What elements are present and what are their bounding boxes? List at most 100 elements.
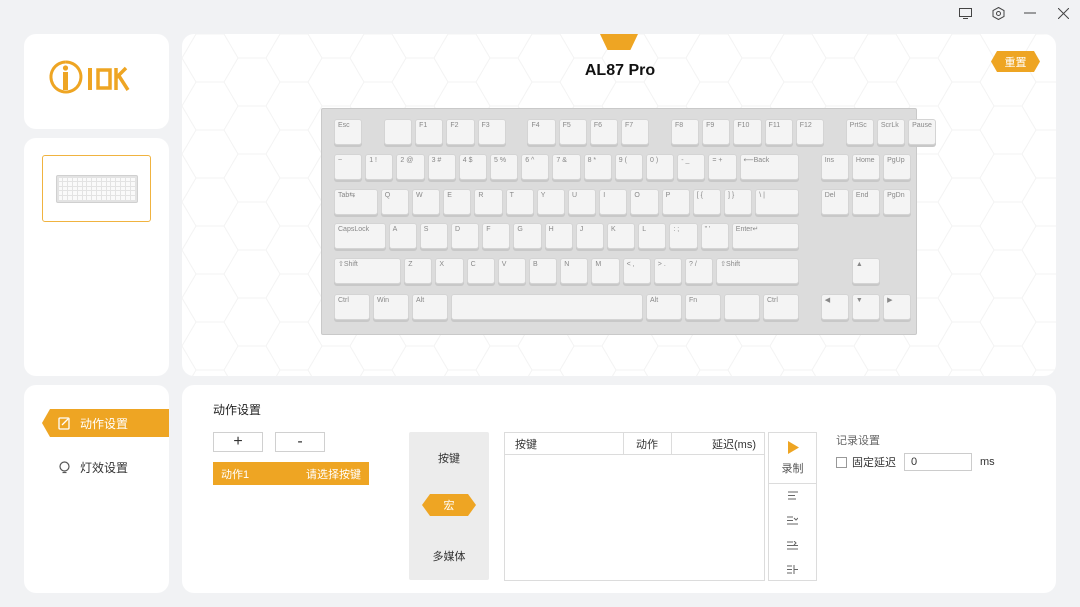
key[interactable]: Q <box>380 189 409 215</box>
key[interactable]: ] } <box>724 189 753 215</box>
key[interactable]: Win <box>373 294 409 320</box>
sidebar-item-action-settings[interactable]: 动作设置 <box>42 409 169 437</box>
key[interactable]: Ctrl <box>763 294 799 320</box>
key[interactable]: - _ <box>677 154 706 180</box>
insert-above-icon[interactable] <box>769 516 816 528</box>
key[interactable]: End <box>851 189 881 215</box>
key[interactable]: Pause <box>908 119 937 145</box>
key[interactable]: I <box>599 189 628 215</box>
key[interactable]: F5 <box>558 119 587 145</box>
key[interactable]: F6 <box>589 119 619 145</box>
settings-icon[interactable] <box>985 4 1011 22</box>
key[interactable]: F1 <box>415 119 444 145</box>
insert-icon[interactable] <box>769 491 816 503</box>
key[interactable]: [ { <box>692 189 721 215</box>
key[interactable]: N <box>560 258 589 284</box>
key[interactable]: = + <box>708 154 737 180</box>
key[interactable]: " ' <box>700 223 729 249</box>
key[interactable] <box>383 119 413 145</box>
key[interactable]: Del <box>820 189 849 215</box>
key[interactable]: Alt <box>646 294 682 320</box>
key[interactable]: < , <box>622 258 651 284</box>
key[interactable]: J <box>575 223 604 249</box>
key[interactable]: B <box>529 258 558 284</box>
key[interactable]: Tab⇆ <box>334 189 378 215</box>
key[interactable]: W <box>412 189 441 215</box>
key[interactable]: G <box>513 223 542 249</box>
key[interactable]: A <box>388 223 417 249</box>
key[interactable]: ⇧Shift <box>334 258 402 284</box>
key[interactable]: 6 ^ <box>521 154 550 180</box>
key[interactable]: C <box>466 258 495 284</box>
key[interactable]: Ins <box>820 154 849 180</box>
add-action-button[interactable]: + <box>213 432 263 452</box>
key[interactable]: > . <box>653 258 682 284</box>
close-icon[interactable] <box>1050 4 1076 22</box>
key[interactable]: E <box>443 189 472 215</box>
key[interactable]: 5 % <box>490 154 519 180</box>
key[interactable]: ▼ <box>851 294 881 320</box>
type-macro[interactable]: 宏 <box>422 494 476 516</box>
fixed-delay-checkbox[interactable] <box>836 456 847 468</box>
key[interactable]: F <box>482 223 511 249</box>
key[interactable]: X <box>435 258 464 284</box>
key[interactable]: F10 <box>733 119 762 145</box>
key[interactable]: R <box>474 189 503 215</box>
key[interactable]: F7 <box>621 119 650 145</box>
key[interactable]: ⇧Shift <box>716 258 799 284</box>
split-icon[interactable] <box>769 565 816 577</box>
key[interactable]: 8 * <box>583 154 612 180</box>
key[interactable]: : ; <box>669 223 698 249</box>
sidebar-item-lighting-settings[interactable]: 灯效设置 <box>42 453 169 481</box>
key[interactable]: F2 <box>446 119 475 145</box>
key[interactable]: U <box>568 189 597 215</box>
key[interactable]: 9 ( <box>614 154 643 180</box>
key[interactable]: F11 <box>764 119 793 145</box>
key[interactable]: T <box>505 189 534 215</box>
key[interactable]: 3 # <box>427 154 456 180</box>
key[interactable]: ⟵Back <box>739 154 799 180</box>
key[interactable]: 1 ! <box>365 154 394 180</box>
key[interactable]: 2 @ <box>396 154 425 180</box>
key[interactable]: V <box>497 258 526 284</box>
key[interactable]: ▲ <box>851 258 881 284</box>
key[interactable]: 7 & <box>552 154 581 180</box>
key[interactable]: D <box>451 223 480 249</box>
minimize-icon[interactable] <box>1017 4 1043 22</box>
insert-below-icon[interactable] <box>769 540 816 553</box>
type-multimedia[interactable]: 多媒体 <box>409 548 489 564</box>
action-list-item[interactable]: 动作1 请选择按键 <box>213 462 369 485</box>
key[interactable]: Alt <box>412 294 448 320</box>
key[interactable]: Fn <box>685 294 721 320</box>
key[interactable]: ScrLk <box>876 119 906 145</box>
key[interactable]: Enter↵ <box>731 223 799 249</box>
key[interactable]: PrtSc <box>845 119 874 145</box>
key[interactable]: PgUp <box>883 154 912 180</box>
device-thumbnail[interactable] <box>42 155 151 222</box>
key[interactable]: Ctrl <box>334 294 370 320</box>
key[interactable]: L <box>638 223 667 249</box>
delay-input[interactable] <box>904 453 972 471</box>
key[interactable]: Home <box>851 154 881 180</box>
key[interactable]: \ | <box>755 189 799 215</box>
key[interactable]: F8 <box>670 119 700 145</box>
reset-button[interactable]: 重置 <box>991 51 1040 72</box>
feedback-icon[interactable] <box>952 4 978 22</box>
key[interactable]: O <box>630 189 659 215</box>
key[interactable]: PgDn <box>883 189 912 215</box>
key[interactable]: 4 $ <box>458 154 487 180</box>
key[interactable]: H <box>544 223 573 249</box>
key[interactable] <box>724 294 760 320</box>
key[interactable]: F4 <box>527 119 556 145</box>
key[interactable]: Esc <box>334 119 363 145</box>
key[interactable]: F3 <box>477 119 506 145</box>
key[interactable]: K <box>607 223 636 249</box>
key[interactable]: CapsLock <box>334 223 386 249</box>
key[interactable]: Y <box>536 189 565 215</box>
key[interactable]: F9 <box>702 119 731 145</box>
key[interactable]: 0 ) <box>646 154 675 180</box>
type-key[interactable]: 按键 <box>409 450 489 466</box>
record-button[interactable]: 录制 <box>769 439 816 479</box>
key[interactable]: ▶ <box>883 294 912 320</box>
key[interactable]: M <box>591 258 620 284</box>
